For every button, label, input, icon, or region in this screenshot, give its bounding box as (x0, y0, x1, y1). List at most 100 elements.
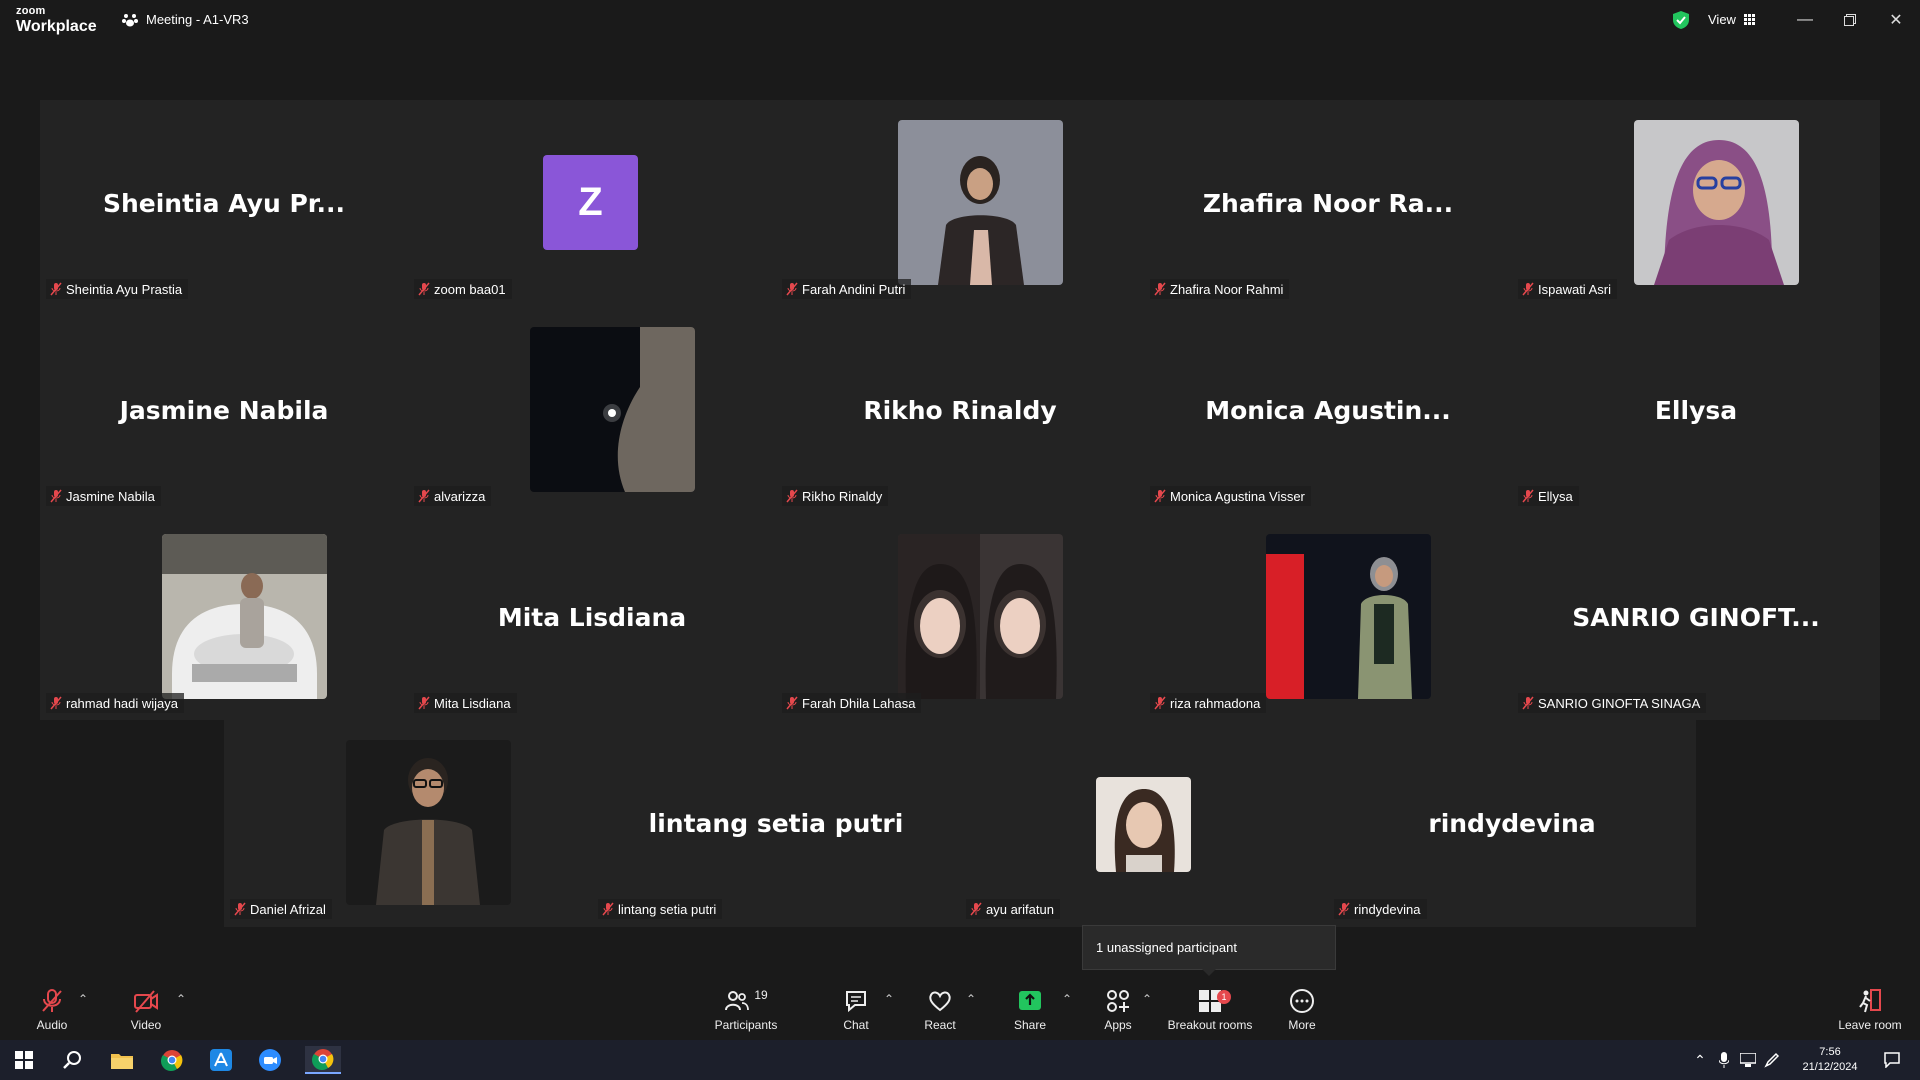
video-off-icon (134, 990, 158, 1013)
participant-tile[interactable]: alvarizza (408, 307, 776, 514)
app-store-icon[interactable] (207, 1046, 235, 1074)
participants-button[interactable]: 19 Participants (710, 980, 782, 1040)
participant-photo (1096, 777, 1191, 872)
participant-name-label: Farah Dhila Lahasa (782, 693, 922, 713)
windows-start-icon[interactable] (10, 1046, 38, 1074)
apps-options-chevron-icon[interactable]: ⌃ (1142, 992, 1152, 1006)
participant-photo (346, 740, 511, 905)
notification-icon[interactable] (1878, 1046, 1906, 1074)
mic-muted-icon (602, 902, 614, 916)
mic-muted-icon (786, 282, 798, 296)
video-button[interactable]: Video (124, 980, 168, 1040)
mic-muted-icon (42, 989, 62, 1012)
participant-name-label: SANRIO GINOFTA SINAGA (1518, 693, 1707, 713)
chat-button[interactable]: Chat (834, 980, 878, 1040)
breakout-rooms-button[interactable]: Breakout rooms (1160, 980, 1260, 1040)
share-button[interactable]: Share (1008, 980, 1052, 1040)
shield-check-icon[interactable] (1673, 11, 1689, 29)
react-options-chevron-icon[interactable]: ⌃ (966, 992, 976, 1006)
network-icon[interactable] (1738, 1046, 1758, 1074)
heart-icon (929, 991, 951, 1012)
chrome-active-icon[interactable] (305, 1046, 341, 1074)
participant-tile[interactable]: rindydevina rindydevina (1328, 720, 1696, 927)
participant-tile[interactable]: SANRIO GINOFT... SANRIO GINOFTA SINAGA (1512, 514, 1880, 721)
apps-button[interactable]: Apps (1096, 980, 1140, 1040)
participant-tile[interactable]: Daniel Afrizal (224, 720, 592, 927)
participant-display-name: Ellysa (1654, 396, 1738, 425)
participant-display-name: SANRIO GINOFT... (1572, 603, 1820, 632)
minimize-icon[interactable]: — (1793, 8, 1817, 32)
participant-photo (1634, 120, 1799, 285)
participant-tile[interactable]: Mita Lisdiana Mita Lisdiana (408, 514, 776, 721)
mic-muted-icon (1154, 282, 1166, 296)
participant-name-label: lintang setia putri (598, 899, 723, 919)
restore-icon[interactable] (1838, 8, 1862, 32)
zoom-logo: zoom Workplace (16, 5, 97, 35)
participant-display-name: Rikho Rinaldy (863, 396, 1057, 425)
participant-tile[interactable]: Jasmine Nabila Jasmine Nabila (40, 307, 408, 514)
participants-icon-group: 19 (724, 988, 768, 1018)
participant-tile[interactable]: ayu arifatun (960, 720, 1328, 927)
participant-tile[interactable]: Ellysa Ellysa (1512, 307, 1880, 514)
mic-muted-icon (1522, 489, 1534, 503)
participant-photo (898, 120, 1063, 285)
file-explorer-icon[interactable] (108, 1046, 136, 1074)
participant-tile[interactable]: Farah Andini Putri (776, 100, 1144, 307)
participants-count: 19 (754, 988, 768, 1002)
participant-tile[interactable]: Zhafira Noor Ra... Zhafira Noor Rahmi (1144, 100, 1512, 307)
participant-tile[interactable]: Sheintia Ayu Pr... Sheintia Ayu Prastia (40, 100, 408, 307)
close-icon[interactable]: ✕ (1884, 8, 1908, 32)
audio-button[interactable]: Audio (30, 980, 74, 1040)
mic-muted-icon (786, 696, 798, 710)
participant-display-name: Monica Agustin... (1205, 396, 1451, 425)
people-icon (725, 991, 750, 1011)
meeting-title-text: Meeting - A1-VR3 (146, 12, 249, 27)
more-button[interactable]: More (1280, 980, 1324, 1040)
participant-tile[interactable]: Rikho Rinaldy Rikho Rinaldy (776, 307, 1144, 514)
audio-options-chevron-icon[interactable]: ⌃ (78, 992, 88, 1006)
mic-muted-icon (418, 282, 430, 296)
react-button[interactable]: React (918, 980, 962, 1040)
chrome-icon[interactable] (158, 1046, 186, 1074)
participant-photo (1266, 534, 1431, 699)
view-label: View (1708, 12, 1736, 27)
participant-tile[interactable]: riza rahmadona (1144, 514, 1512, 721)
participant-display-name: Mita Lisdiana (497, 603, 687, 632)
system-clock[interactable]: 7:56 21/12/2024 (1790, 1045, 1870, 1075)
mic-muted-icon (234, 902, 246, 916)
mic-muted-icon (786, 489, 798, 503)
mic-muted-icon (50, 696, 62, 710)
participant-name-label: Rikho Rinaldy (782, 486, 889, 506)
participant-tile[interactable]: Ispawati Asri (1512, 100, 1880, 307)
participant-name-label: riza rahmadona (1150, 693, 1267, 713)
participant-name-label: Zhafira Noor Rahmi (1150, 279, 1290, 299)
participant-photo (530, 327, 695, 492)
search-icon[interactable] (58, 1046, 86, 1074)
participant-name-label: Mita Lisdiana (414, 693, 517, 713)
meeting-title[interactable]: Meeting - A1-VR3 (122, 12, 249, 27)
chat-icon (846, 991, 866, 1013)
participant-tile[interactable]: Farah Dhila Lahasa (776, 514, 1144, 721)
pen-icon[interactable] (1762, 1046, 1782, 1074)
zoom-app-icon[interactable] (256, 1046, 284, 1074)
participant-name-label: Sheintia Ayu Prastia (46, 279, 189, 299)
view-button[interactable]: View (1708, 12, 1755, 27)
share-options-chevron-icon[interactable]: ⌃ (1062, 992, 1072, 1006)
breakout-badge: 1 (1217, 990, 1231, 1004)
meeting-toolbar: Audio ⌃ Video ⌃ 19 Participants Chat ⌃ R… (0, 980, 1920, 1040)
chevron-up-icon[interactable]: ⌃ (1690, 1046, 1710, 1074)
leave-room-button[interactable]: Leave room (1834, 980, 1906, 1040)
mic-muted-icon (1522, 282, 1534, 296)
participant-name-label: Jasmine Nabila (46, 486, 161, 506)
participant-tile[interactable]: Monica Agustin... Monica Agustina Visser (1144, 307, 1512, 514)
participant-tile[interactable]: rahmad hadi wijaya (40, 514, 408, 721)
chat-options-chevron-icon[interactable]: ⌃ (884, 992, 894, 1006)
mic-muted-icon (50, 282, 62, 296)
video-options-chevron-icon[interactable]: ⌃ (176, 992, 186, 1006)
participant-tile[interactable]: lintang setia putri lintang setia putri (592, 720, 960, 927)
participant-tile[interactable]: Z zoom baa01 (408, 100, 776, 307)
participant-name-label: Ellysa (1518, 486, 1579, 506)
mic-muted-icon (1338, 902, 1350, 916)
participant-name-label: ayu arifatun (966, 899, 1060, 919)
microphone-tray-icon[interactable] (1714, 1046, 1734, 1074)
